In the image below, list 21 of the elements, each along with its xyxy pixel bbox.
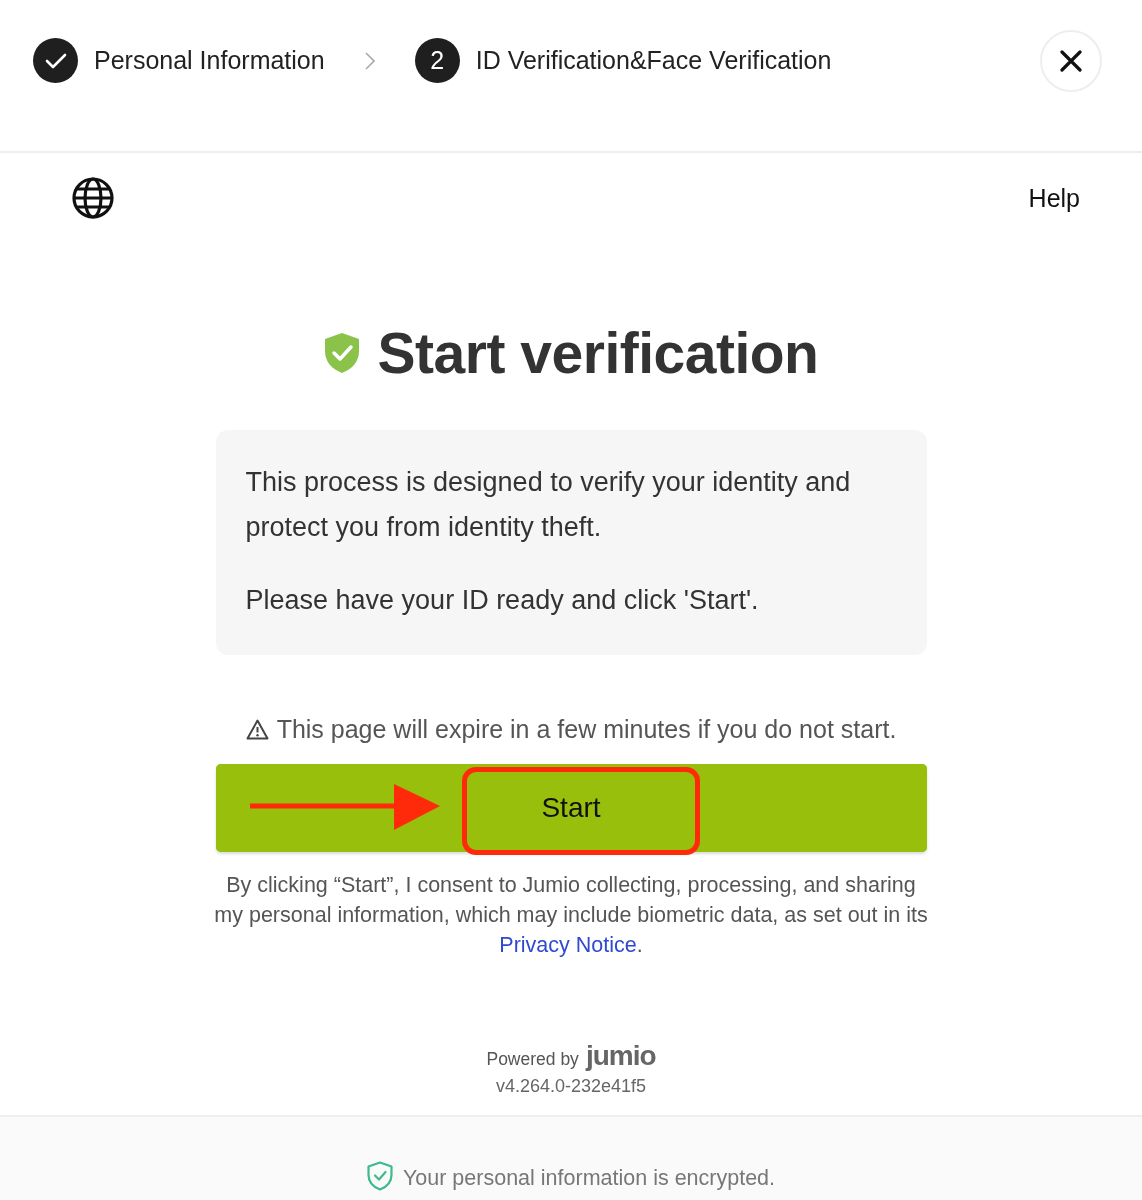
chevron-icon [364, 51, 375, 70]
step-label: ID Verification&Face Verification [475, 46, 832, 75]
page-title: Start verification [377, 320, 819, 386]
version-text: v4.264.0-232e41f5 [495, 1076, 647, 1097]
powered-by-text: Powered by [486, 1049, 579, 1070]
warning-icon [245, 719, 269, 740]
help-link[interactable]: Help [1028, 183, 1080, 213]
globe-icon[interactable] [71, 176, 115, 220]
info-paragraph: Please have your ID ready and click 'Start'. [245, 584, 760, 617]
brand-logo: jumio [585, 1040, 656, 1072]
privacy-notice-link[interactable]: Privacy Notice [499, 933, 637, 957]
shield-check-icon [366, 1161, 393, 1191]
step-number: 2 [414, 38, 460, 83]
info-paragraph: This process is designed to verify your identity and protect you from identity theft. [245, 466, 852, 544]
close-icon [1060, 49, 1082, 72]
consent-text: By clicking “Start”, I consent to Jumio collecting, processing, and sharing my personal information, which may include biometric data, as set out in its Privacy Notice. [213, 872, 929, 959]
shield-check-icon [323, 332, 360, 374]
expiry-warning: This page will expire in a few minutes if you do not start. [276, 715, 897, 744]
encryption-note: Your personal information is encrypted. [402, 1166, 776, 1191]
step-label: Personal Information [94, 46, 325, 75]
start-button[interactable]: Start [215, 764, 927, 852]
